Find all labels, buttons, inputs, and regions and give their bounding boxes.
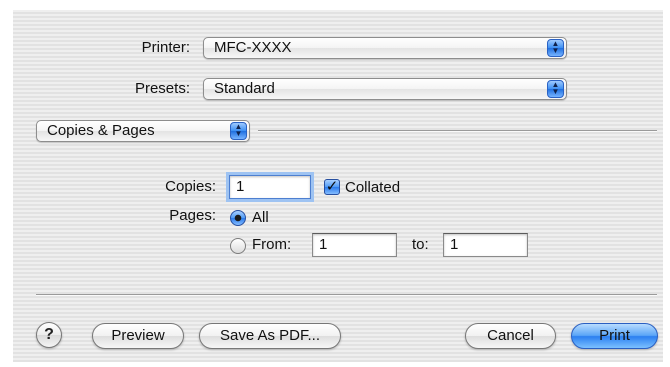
collated-label: Collated — [345, 179, 401, 196]
help-button[interactable]: ? — [36, 322, 62, 348]
printer-value: MFC-XXXX — [214, 39, 292, 56]
pages-label: Pages: — [169, 207, 216, 224]
checkmark-icon: ✓ — [325, 178, 339, 195]
to-label: to: — [412, 236, 429, 253]
panel-value: Copies & Pages — [47, 122, 155, 139]
copies-label: Copies: — [165, 178, 216, 195]
updown-arrows-icon: ▲ ▼ — [547, 80, 564, 98]
presets-value: Standard — [214, 80, 275, 97]
panel-separator — [258, 130, 657, 132]
save-as-pdf-button[interactable]: Save As PDF... — [199, 323, 341, 349]
from-label: From: — [252, 236, 292, 253]
all-label: All — [252, 209, 269, 226]
all-radio[interactable] — [230, 210, 246, 226]
printer-label: Printer: — [141, 39, 190, 56]
bottom-separator — [36, 294, 657, 296]
from-field[interactable]: 1 — [312, 233, 397, 257]
updown-arrows-icon: ▲ ▼ — [230, 122, 247, 140]
presets-popup[interactable]: Standard ▲ ▼ — [203, 78, 567, 100]
presets-label: Presets: — [134, 80, 190, 97]
preview-button[interactable]: Preview — [92, 323, 184, 349]
print-button[interactable]: Print — [571, 323, 658, 349]
copies-field[interactable]: 1 — [229, 175, 311, 199]
to-field[interactable]: 1 — [443, 233, 528, 257]
from-radio[interactable] — [230, 238, 246, 254]
printer-popup[interactable]: MFC-XXXX ▲ ▼ — [203, 37, 567, 59]
panel-popup[interactable]: Copies & Pages ▲ ▼ — [36, 120, 250, 142]
updown-arrows-icon: ▲ ▼ — [547, 39, 564, 57]
collated-checkbox[interactable]: ✓ — [324, 179, 340, 195]
question-mark-icon: ? — [44, 326, 54, 343]
cancel-button[interactable]: Cancel — [465, 323, 556, 349]
